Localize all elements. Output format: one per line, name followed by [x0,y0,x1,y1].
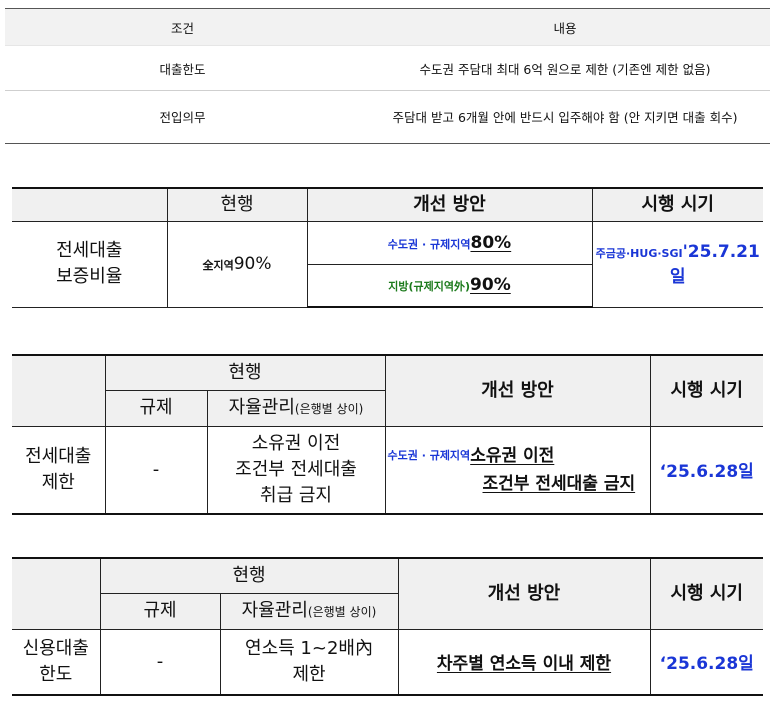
row-condition: 전입의무 [5,90,360,144]
self-management-value: 연소득 1~2배內 제한 [219,628,399,696]
header-condition: 조건 [5,8,360,46]
corner-cell [12,557,101,630]
improvement-value: 차주별 연소득 이내 제한 [397,628,651,696]
improve-line1: 소유권 이전 [470,445,555,466]
improve2-value: 90% [470,275,511,296]
header-current: 현행 [166,187,308,222]
table-row: 전입의무 주담대 받고 6개월 안에 반드시 입주해야 함 (안 지키면 대출 … [5,90,770,144]
header-content: 내용 [360,8,770,46]
header-improvement: 개선 방안 [384,354,651,427]
header-improvement: 개선 방안 [306,187,593,222]
header-improvement: 개선 방안 [397,557,651,630]
corner-cell [12,354,106,427]
current-prefix: 全지역 [202,259,234,272]
improve-prefix: 수도권 · 규제지역 [387,448,471,462]
improve1-prefix: 수도권 · 규제지역 [387,237,471,251]
row-label: 신용대출 한도 [12,628,101,696]
regulation-value: - [104,425,208,515]
header-self-label: 자율관리 [241,600,308,621]
self-management-value: 소유권 이전 조건부 전세대출 취급 금지 [206,425,386,515]
improve-line2: 조건부 전세대출 금지 [482,473,636,494]
header-effective-date: 시행 시기 [649,354,763,427]
header-self-sub: (은행별 상이) [294,402,364,416]
header-effective-date: 시행 시기 [591,187,763,222]
improvement-value: 수도권 · 규제지역소유권 이전 조건부 전세대출 금지 [384,425,651,515]
header-effective-date: 시행 시기 [649,557,763,630]
header-self-management: 자율관리(은행별 상이) [206,389,386,427]
header-regulation: 규제 [104,389,208,427]
row-content: 수도권 주담대 최대 6억 원으로 제한 (기존엔 제한 없음) [360,45,770,91]
table-row: 대출한도 수도권 주담대 최대 6억 원으로 제한 (기존엔 제한 없음) [5,45,770,91]
table-header-row: 조건 내용 [5,8,770,46]
header-regulation: 규제 [99,592,221,630]
loan-conditions-table: 조건 내용 대출한도 수도권 주담대 최대 6억 원으로 제한 (기존엔 제한 … [5,8,770,144]
jeonse-guarantee-ratio-table: 현행 개선 방안 시행 시기 전세대출 보증비율 全지역90% 수도권 · 규제… [12,187,763,308]
current-ratio: 全지역90% [166,220,308,308]
date-value: '25.7.21일 [669,241,760,287]
regulation-value: - [99,628,221,696]
row-condition: 대출한도 [5,45,360,91]
credit-loan-limit-table: 현행 개선 방안 시행 시기 규제 자율관리(은행별 상이) 신용대출 한도 -… [12,557,763,696]
header-self-label: 자율관리 [228,397,295,418]
header-current: 현행 [99,557,399,594]
jeonse-loan-restriction-table: 현행 개선 방안 시행 시기 규제 자율관리(은행별 상이) 전세대출 제한 -… [12,354,763,515]
row-label: 전세대출 제한 [12,425,106,515]
row-label: 전세대출 보증비율 [12,220,168,308]
header-self-sub: (은행별 상이) [307,605,377,619]
header-self-management: 자율관리(은행별 상이) [219,592,399,630]
improve2-prefix: 지방(규제지역外) [388,280,471,294]
improve-capital-area: 수도권 · 규제지역80% [306,220,593,265]
current-value: 90% [233,254,272,274]
improve-local-area: 지방(규제지역外)90% [306,263,593,308]
effective-date: 주금공·HUG·SGI'25.7.21일 [591,220,763,308]
row-content: 주담대 받고 6개월 안에 반드시 입주해야 함 (안 지키면 대출 회수) [360,90,770,144]
improve1-value: 80% [470,232,512,253]
date-prefix: 주금공·HUG·SGI [595,246,683,260]
effective-date: ‘25.6.28일 [649,425,763,515]
corner-cell [12,187,168,222]
header-current: 현행 [104,354,386,391]
effective-date: ‘25.6.28일 [649,628,763,696]
